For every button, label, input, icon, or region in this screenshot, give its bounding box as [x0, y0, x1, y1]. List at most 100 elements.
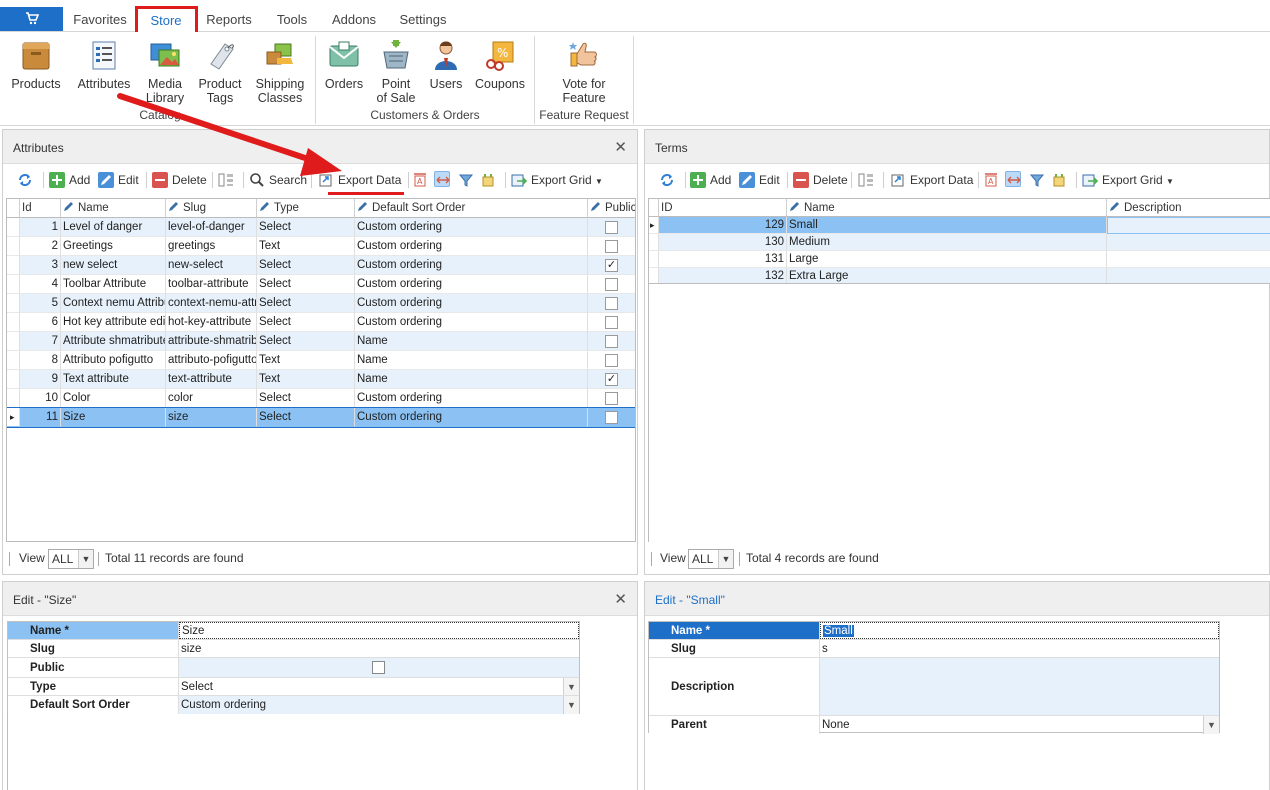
cell-name: Level of danger [61, 218, 166, 237]
tab-settings[interactable]: Settings [392, 7, 454, 33]
sort-field-select[interactable]: Custom ordering ▼ [179, 696, 579, 714]
column-header-slug[interactable]: Slug [166, 199, 257, 218]
export-grid-button[interactable]: Export Grid ▼ [511, 171, 603, 189]
filter-button[interactable] [1029, 171, 1049, 189]
orders-button[interactable]: Orders [322, 38, 366, 91]
public-checkbox[interactable] [605, 278, 618, 291]
table-row[interactable]: 6 Hot key attribute edi hot-key-attribute S… [7, 313, 635, 332]
table-row[interactable]: 3 new select new-select Select Custom orderi… [7, 256, 635, 275]
tab-tools[interactable]: Tools [268, 7, 316, 33]
name-field-input[interactable]: Size [179, 622, 579, 639]
table-row[interactable]: ▸ 129 Small [649, 217, 1270, 234]
view-select[interactable]: ALL ▼ [48, 549, 94, 569]
tab-favorites[interactable]: Favorites [68, 7, 132, 33]
public-checkbox[interactable] [605, 392, 618, 405]
export-grid-button[interactable]: Export Grid ▼ [1082, 171, 1174, 189]
edit-button[interactable]: Edit [739, 171, 780, 189]
table-row[interactable]: 131 Large [649, 251, 1270, 268]
chevron-down-icon: ▼ [595, 177, 603, 186]
sort-button[interactable] [480, 171, 500, 189]
view-select[interactable]: ALL ▼ [688, 549, 734, 569]
vote-for-feature-button[interactable]: Vote for Feature [548, 38, 620, 105]
slug-field-input[interactable]: size [179, 640, 579, 657]
tab-store[interactable]: Store [136, 7, 196, 33]
name-field-row: Name * Size [8, 622, 579, 640]
close-icon[interactable]: ✕ [614, 590, 627, 608]
slug-field-row: Slug size [8, 640, 579, 658]
fit-columns-button[interactable]: A [983, 171, 1003, 189]
export-data-button[interactable]: Export Data [890, 171, 973, 189]
table-row[interactable]: ▸ 11 Size size Select Custom ordering [7, 407, 635, 428]
shipping-classes-button[interactable]: Shipping Classes [252, 38, 308, 105]
users-button[interactable]: Users [424, 38, 468, 91]
table-row[interactable]: 10 Color color Select Custom ordering [7, 389, 635, 408]
public-checkbox[interactable] [605, 240, 618, 253]
table-row[interactable]: 132 Extra Large [649, 268, 1270, 283]
fit-columns-button[interactable]: A [412, 171, 432, 189]
table-row[interactable]: 7 Attribute shmatribute attribute-shmatrib… [7, 332, 635, 351]
column-header-id[interactable]: ID [659, 199, 787, 217]
slug-field-input[interactable]: s [820, 640, 1219, 657]
add-button[interactable]: Add [49, 171, 90, 189]
public-checkbox[interactable]: ✓ [605, 259, 618, 272]
edit-button[interactable]: Edit [98, 171, 139, 189]
table-row[interactable]: 130 Medium [649, 234, 1270, 251]
tab-addons[interactable]: Addons [326, 7, 382, 33]
column-header-description[interactable]: Description [1107, 199, 1270, 217]
delete-button[interactable]: Delete [793, 171, 848, 189]
table-row[interactable]: 2 Greetings greetings Text Custom ordering [7, 237, 635, 256]
column-chooser-button[interactable] [858, 171, 878, 189]
row-indicator: ▸ [7, 408, 20, 427]
column-header-id[interactable]: Id [20, 199, 61, 218]
table-row[interactable]: 5 Context nemu Attribu context-nemu-attr Se… [7, 294, 635, 313]
search-button[interactable]: Search [249, 171, 307, 189]
tab-reports[interactable]: Reports [200, 7, 258, 33]
cell-slug: level-of-danger [166, 218, 257, 237]
parent-field-select[interactable]: None ▼ [820, 716, 1219, 734]
point-of-sale-button[interactable]: Point of Sale [372, 38, 420, 105]
export-data-button[interactable]: Export Data [318, 171, 401, 189]
attributes-button[interactable]: Attributes [72, 38, 136, 91]
public-checkbox[interactable] [605, 316, 618, 329]
media-library-button[interactable]: Media Library [140, 38, 190, 105]
name-field-input[interactable]: Small [820, 622, 1219, 639]
column-header-name[interactable]: Name [61, 199, 166, 218]
close-icon[interactable]: ✕ [614, 138, 627, 156]
table-row[interactable]: 1 Level of danger level-of-danger Select Cus… [7, 218, 635, 237]
fit-width-button[interactable] [434, 171, 454, 189]
column-header-name[interactable]: Name [787, 199, 1107, 217]
coupons-button[interactable]: % Coupons [472, 38, 528, 91]
refresh-button[interactable] [659, 171, 679, 189]
add-button[interactable]: Add [690, 171, 731, 189]
filter-button[interactable] [458, 171, 478, 189]
delete-button[interactable]: Delete [152, 171, 207, 189]
table-row[interactable]: 8 Attributo pofigutto attributo-pofigutto T… [7, 351, 635, 370]
cell-name: Toolbar Attribute [61, 275, 166, 294]
app-menu-button[interactable] [0, 7, 63, 31]
public-checkbox[interactable] [605, 411, 618, 424]
search-label: Search [269, 173, 308, 187]
public-checkbox[interactable] [605, 354, 618, 367]
column-header-type[interactable]: Type [257, 199, 355, 218]
column-chooser-button[interactable] [218, 171, 238, 189]
column-header-public[interactable]: Public [588, 199, 635, 218]
public-checkbox[interactable] [605, 297, 618, 310]
public-checkbox[interactable] [605, 221, 618, 234]
description-field-input[interactable] [820, 658, 1219, 715]
table-row[interactable]: 4 Toolbar Attribute toolbar-attribute Selec… [7, 275, 635, 294]
view-label: View [19, 551, 45, 565]
toolbar-separator [787, 172, 788, 188]
plus-icon [49, 172, 65, 188]
table-row[interactable]: 9 Text attribute text-attribute Text Name ✓ [7, 370, 635, 389]
public-checkbox[interactable] [372, 661, 385, 674]
products-button[interactable]: Products [6, 38, 66, 91]
column-header-default-sort-order[interactable]: Default Sort Order [355, 199, 588, 218]
type-field-select[interactable]: Select ▼ [179, 678, 579, 695]
refresh-button[interactable] [17, 171, 37, 189]
fit-width-button[interactable] [1005, 171, 1025, 189]
public-checkbox[interactable]: ✓ [605, 373, 618, 386]
product-tags-button[interactable]: Product Tags [192, 38, 248, 105]
sort-button[interactable] [1051, 171, 1071, 189]
public-checkbox[interactable] [605, 335, 618, 348]
export-grid-label: Export Grid [531, 173, 592, 187]
